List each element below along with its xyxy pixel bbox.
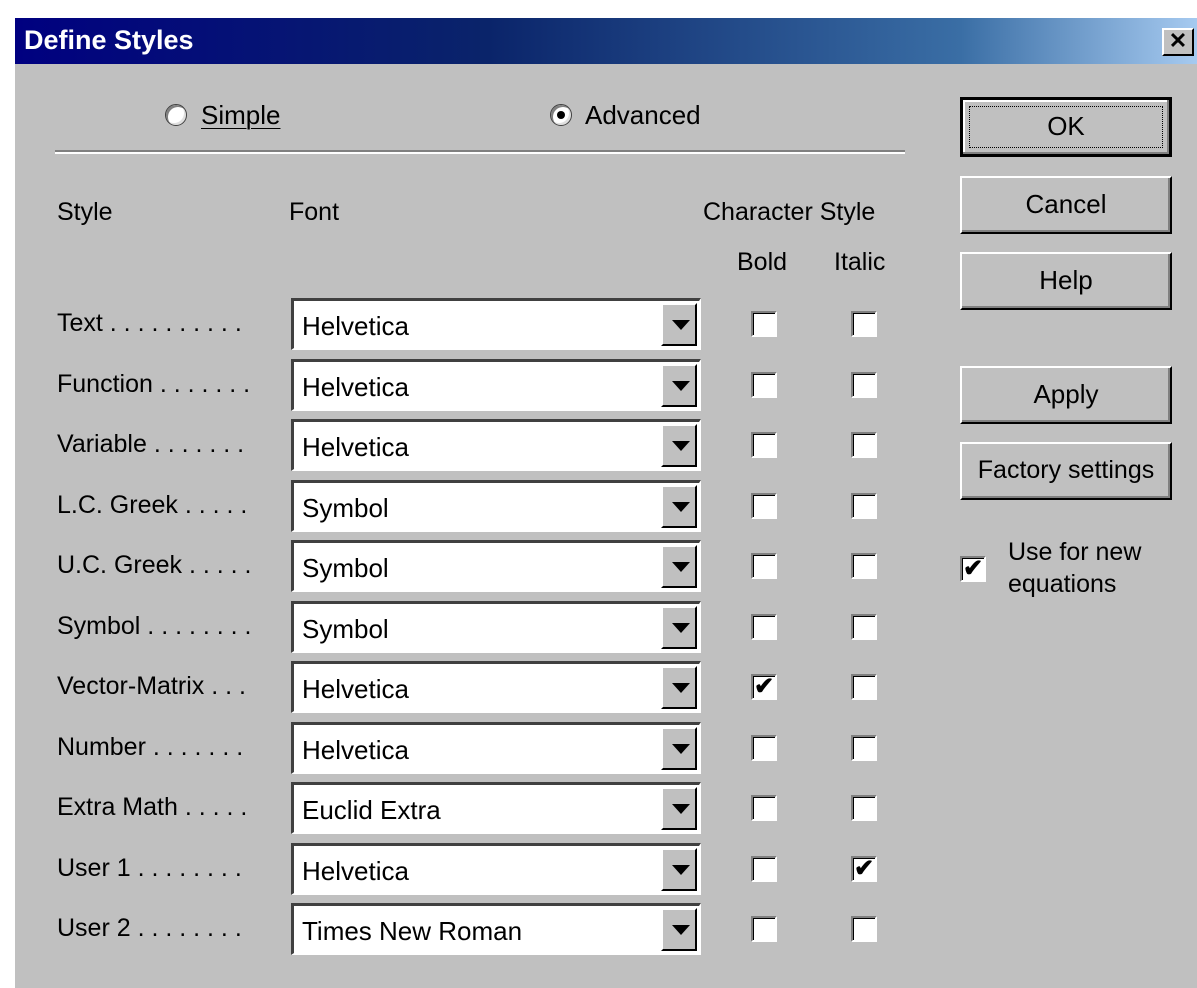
italic-checkbox[interactable] [851,311,877,337]
font-dropdown-value: Helvetica [302,735,409,765]
bold-checkbox[interactable] [751,856,777,882]
bold-checkbox[interactable] [751,735,777,761]
font-dropdown-value: Symbol [302,493,389,523]
style-header: Style [57,198,113,226]
italic-checkbox[interactable] [851,493,877,519]
dropdown-arrow-icon[interactable] [661,364,697,407]
bold-checkbox[interactable] [751,795,777,821]
bold-checkbox[interactable] [751,372,777,398]
font-dropdown-value: Helvetica [302,432,409,462]
style-row-label: Symbol . . . . . . . . [57,612,252,640]
bold-checkbox[interactable] [751,553,777,579]
bold-checkbox[interactable] [751,311,777,337]
font-dropdown-value: Helvetica [302,372,409,402]
italic-checkbox[interactable] [851,553,877,579]
bold-checkbox[interactable] [751,493,777,519]
radio-selected-dot [557,111,565,119]
font-dropdown[interactable]: Symbol [291,480,701,532]
window-title: Define Styles [24,25,194,55]
font-dropdown-value: Euclid Extra [302,795,441,825]
italic-checkbox[interactable] [851,795,877,821]
dropdown-arrow-icon[interactable] [661,545,697,588]
use-for-new-label-line2[interactable]: equations [1008,570,1116,599]
character-style-header: Character Style [703,198,876,226]
italic-header: Italic [834,248,886,276]
font-dropdown-value: Times New Roman [302,916,523,946]
help-button-label: Help [1039,265,1093,295]
italic-checkbox[interactable]: ✔ [851,856,877,882]
font-dropdown-value: Helvetica [302,674,409,704]
dropdown-arrow-icon[interactable] [661,727,697,770]
bold-header: Bold [737,248,788,276]
font-dropdown[interactable]: Helvetica [291,843,701,895]
bold-checkbox[interactable]: ✔ [751,674,777,700]
separator [55,150,905,154]
style-row-label: User 1 . . . . . . . . [57,854,242,882]
bold-checkbox[interactable] [751,614,777,640]
italic-checkbox[interactable] [851,432,877,458]
font-dropdown-value: Helvetica [302,311,409,341]
font-header: Font [289,198,340,226]
style-row-label: Function . . . . . . . [57,370,251,398]
dropdown-arrow-icon[interactable] [661,787,697,830]
dropdown-arrow-icon[interactable] [661,485,697,528]
font-dropdown-value: Helvetica [302,856,409,886]
italic-checkbox[interactable] [851,674,877,700]
style-row-label: L.C. Greek . . . . . [57,491,248,519]
style-row-label: User 2 . . . . . . . . [57,914,242,942]
cancel-button-label: Cancel [1025,189,1107,219]
apply-button-label: Apply [1033,379,1099,409]
font-dropdown[interactable]: Symbol [291,540,701,592]
dropdown-arrow-icon[interactable] [661,303,697,346]
simple-radio[interactable] [165,104,187,126]
dropdown-arrow-icon[interactable] [661,666,697,709]
use-for-new-equations-checkbox[interactable]: ✔ [960,556,986,582]
factory-settings-button-label: Factory settings [977,456,1155,484]
style-row-label: Vector-Matrix . . . [57,672,246,700]
font-dropdown[interactable]: Times New Roman [291,903,701,955]
style-row-label: Extra Math . . . . . [57,793,248,821]
apply-button[interactable]: Apply [960,366,1172,424]
bold-checkbox[interactable] [751,916,777,942]
ok-button[interactable]: OK [960,97,1172,157]
ok-button-label: OK [1047,111,1085,141]
bold-checkbox[interactable] [751,432,777,458]
factory-settings-button[interactable]: Factory settings [960,442,1172,500]
define-styles-dialog: Define Styles ✕ Simple Advanced Style Fo… [15,18,1197,988]
use-for-new-label-line1[interactable]: Use for new [1008,538,1141,567]
font-dropdown-value: Symbol [302,553,389,583]
font-dropdown[interactable]: Euclid Extra [291,782,701,834]
italic-checkbox[interactable] [851,916,877,942]
simple-radio-label[interactable]: Simple [201,100,280,131]
style-row-label: Number . . . . . . . [57,733,244,761]
title-bar: Define Styles ✕ [15,18,1197,64]
dropdown-arrow-icon[interactable] [661,908,697,951]
italic-checkbox[interactable] [851,614,877,640]
font-dropdown[interactable]: Symbol [291,601,701,653]
advanced-radio-label[interactable]: Advanced [585,100,701,131]
font-dropdown[interactable]: Helvetica [291,359,701,411]
cancel-button[interactable]: Cancel [960,176,1172,234]
style-row-label: U.C. Greek . . . . . [57,551,252,579]
font-dropdown-value: Symbol [302,614,389,644]
advanced-radio[interactable] [550,104,572,126]
dropdown-arrow-icon[interactable] [661,606,697,649]
style-row-label: Variable . . . . . . . [57,430,245,458]
italic-checkbox[interactable] [851,372,877,398]
font-dropdown[interactable]: Helvetica [291,661,701,713]
close-button[interactable]: ✕ [1162,28,1194,56]
dropdown-arrow-icon[interactable] [661,848,697,891]
font-dropdown[interactable]: Helvetica [291,419,701,471]
dropdown-arrow-icon[interactable] [661,424,697,467]
italic-checkbox[interactable] [851,735,877,761]
font-dropdown[interactable]: Helvetica [291,298,701,350]
font-dropdown[interactable]: Helvetica [291,722,701,774]
style-row-label: Text . . . . . . . . . . [57,309,242,337]
help-button[interactable]: Help [960,252,1172,310]
